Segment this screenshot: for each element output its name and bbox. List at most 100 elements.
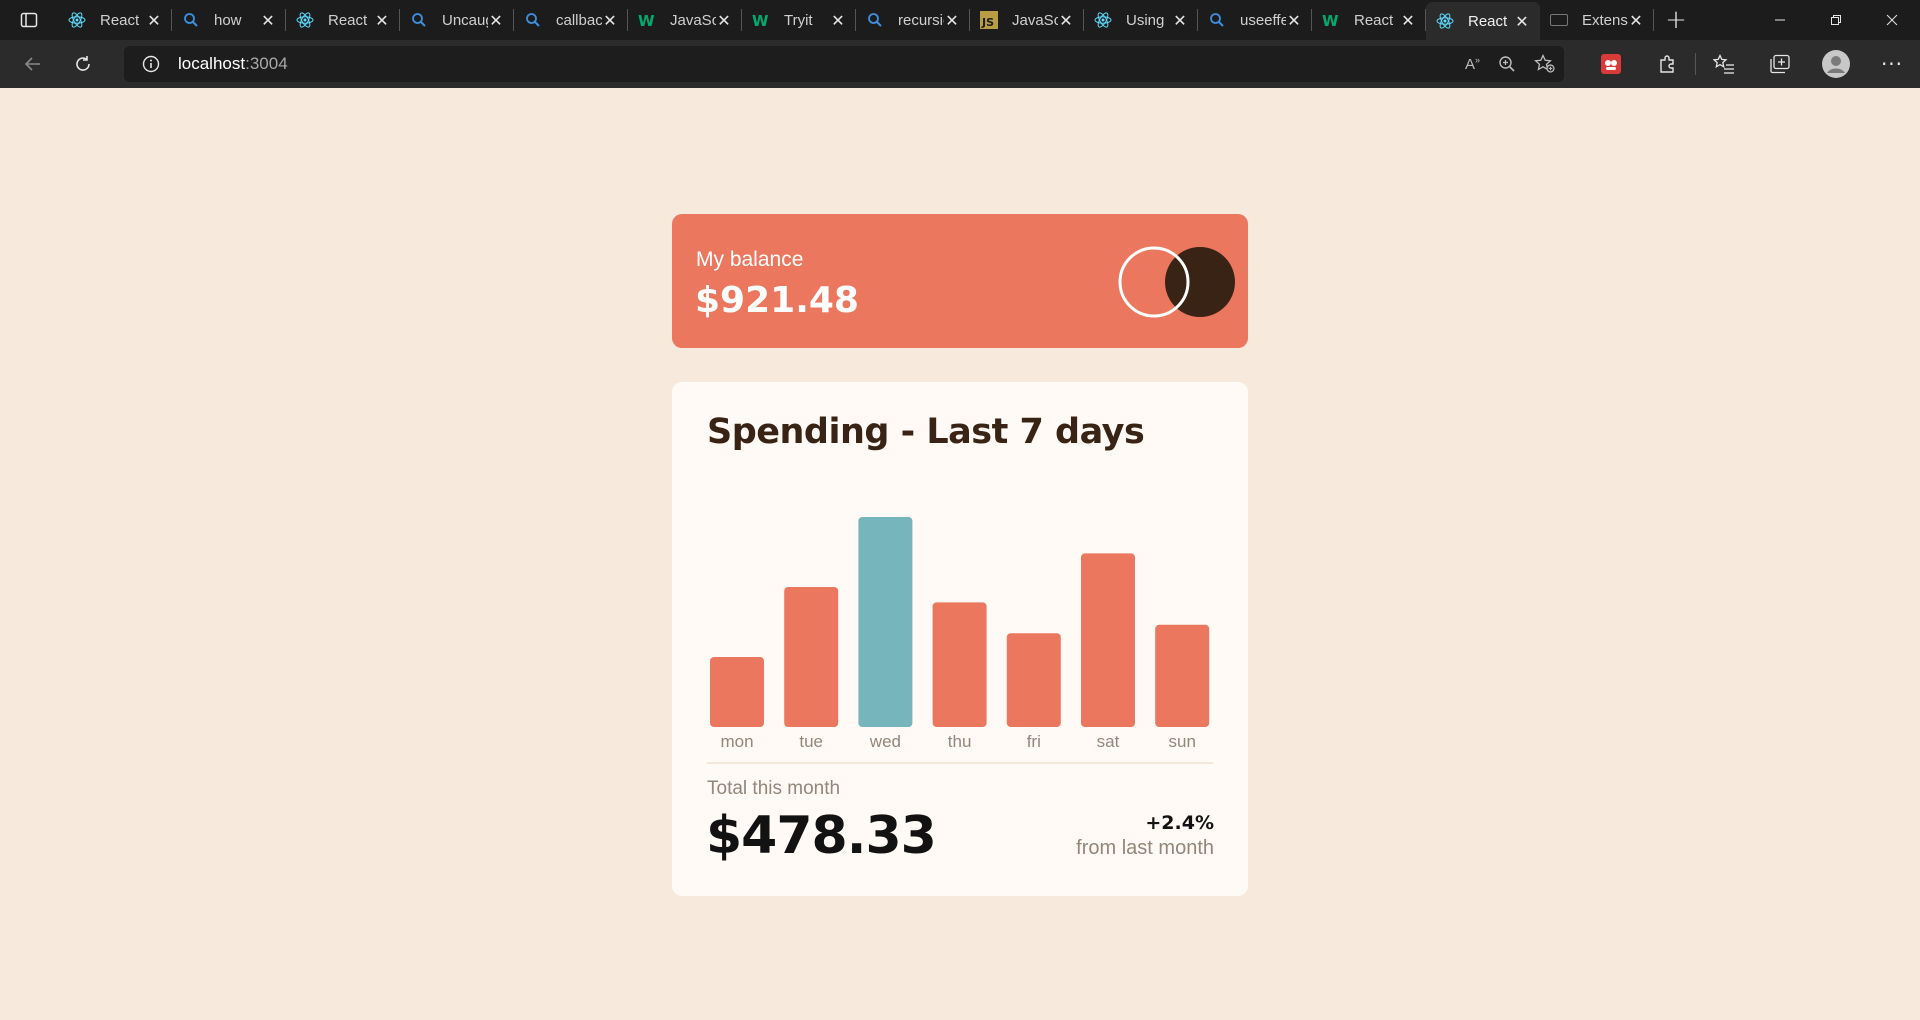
browser-tab[interactable]: W React ✕: [1312, 0, 1426, 40]
browser-tab[interactable]: callback✕: [514, 0, 628, 40]
bar-tue[interactable]: [784, 586, 839, 727]
extensions-button[interactable]: [1639, 40, 1695, 88]
url-port: :3004: [245, 54, 288, 73]
browser-tab-bar: React✕how✕React✕Uncaught✕callback✕WJavaS…: [0, 0, 1920, 40]
close-window-button[interactable]: [1864, 0, 1920, 40]
browser-tab[interactable]: W Tryit ✕: [742, 0, 856, 40]
new-tab-button[interactable]: +: [1654, 0, 1698, 40]
close-tab-icon[interactable]: ✕: [146, 11, 162, 30]
site-info-icon[interactable]: [124, 55, 178, 73]
tab-label: Tryit: [784, 11, 813, 29]
tab-label: recursion: [898, 11, 944, 29]
browser-tab[interactable]: JS JavaScript✕: [970, 0, 1084, 40]
tab-label: useeffect: [1240, 11, 1286, 29]
close-tab-icon[interactable]: ✕: [716, 11, 732, 30]
favorites-list-icon: [1713, 54, 1734, 74]
close-tab-icon[interactable]: ✕: [602, 11, 618, 30]
more-icon: ···: [1880, 52, 1904, 76]
close-tab-icon[interactable]: ✕: [944, 11, 960, 30]
bar-thu[interactable]: [932, 602, 987, 727]
refresh-button[interactable]: [58, 40, 108, 88]
bar-label-mon: mon: [720, 732, 753, 751]
browser-tab[interactable]: Using ✕: [1084, 0, 1198, 40]
bar-mon[interactable]: [710, 657, 764, 727]
search-icon: [182, 11, 200, 29]
browser-tab[interactable]: useeffect✕: [1198, 0, 1312, 40]
total-amount: $478.33: [706, 806, 937, 866]
bar-label-tue: tue: [799, 732, 823, 751]
tab-label: Extensions: [1582, 11, 1628, 29]
tab-label: callback: [556, 11, 602, 29]
extension-page-icon: [1550, 11, 1568, 29]
toolbar-extensions: ···: [1583, 40, 1920, 88]
bar-label-thu: thu: [948, 732, 972, 751]
bar-sat[interactable]: [1081, 553, 1135, 727]
close-tab-icon[interactable]: ✕: [830, 11, 846, 30]
browser-tab[interactable]: Extensions✕: [1540, 0, 1654, 40]
browser-tab[interactable]: React ✕: [286, 0, 400, 40]
react-icon: [1436, 12, 1454, 30]
bar-label-fri: fri: [1027, 732, 1041, 751]
settings-menu-button[interactable]: ···: [1864, 40, 1920, 88]
profile-button[interactable]: [1808, 40, 1864, 88]
close-tab-icon[interactable]: ✕: [1514, 12, 1530, 31]
back-button[interactable]: [8, 40, 58, 88]
total-label: Total this month: [707, 778, 841, 799]
address-bar-actions: A»: [1465, 46, 1556, 82]
url-host: localhost: [178, 54, 246, 73]
bar-sun[interactable]: [1155, 624, 1210, 727]
minimize-button[interactable]: [1752, 0, 1808, 40]
search-icon: [524, 11, 542, 29]
plus-icon: +: [1665, 5, 1687, 35]
avatar-icon: [1822, 50, 1850, 78]
svg-text:JS: JS: [981, 16, 994, 29]
svg-text:W: W: [752, 12, 769, 28]
close-tab-icon[interactable]: ✕: [488, 11, 504, 30]
browser-tab[interactable]: React ✕: [1426, 2, 1540, 40]
close-tab-icon[interactable]: ✕: [374, 11, 390, 30]
svg-text:W: W: [1322, 12, 1339, 28]
tab-actions-icon: [20, 12, 38, 28]
tab-label: JavaScript: [670, 11, 716, 29]
minimize-icon: [1775, 19, 1785, 21]
react-icon: [296, 11, 314, 29]
tab-strip: React✕how✕React✕Uncaught✕callback✕WJavaS…: [58, 0, 1654, 40]
tab-actions-button[interactable]: [0, 0, 58, 40]
spending-card: Spending - Last 7 days mon tue wed thu fri sa…: [672, 382, 1248, 896]
address-bar[interactable]: localhost:3004 A»: [124, 46, 1564, 82]
browser-tab[interactable]: React ✕: [58, 0, 172, 40]
collections-button[interactable]: [1752, 40, 1808, 88]
close-tab-icon[interactable]: ✕: [260, 11, 276, 30]
back-arrow-icon: [24, 57, 40, 71]
browser-toolbar: localhost:3004 A» ···: [0, 40, 1920, 88]
restore-icon: [1831, 15, 1841, 25]
bar-fri[interactable]: [1006, 633, 1061, 727]
restore-button[interactable]: [1808, 0, 1864, 40]
favorites-button[interactable]: [1696, 40, 1752, 88]
bar-wed[interactable]: [858, 517, 913, 727]
extension-button[interactable]: [1583, 40, 1639, 88]
close-tab-icon[interactable]: ✕: [1058, 11, 1074, 30]
close-tab-icon[interactable]: ✕: [1172, 11, 1188, 30]
browser-tab[interactable]: Uncaught✕: [400, 0, 514, 40]
window-controls: [1752, 0, 1920, 40]
w3schools-icon: W: [752, 11, 770, 29]
close-tab-icon[interactable]: ✕: [1400, 11, 1416, 30]
read-aloud-icon[interactable]: A»: [1465, 55, 1480, 73]
tab-label: Using: [1126, 11, 1165, 29]
browser-tab[interactable]: how ✕: [172, 0, 286, 40]
search-icon: [1208, 11, 1226, 29]
svg-text:W: W: [638, 12, 655, 28]
puzzle-icon: [1660, 55, 1674, 73]
zoom-icon[interactable]: [1498, 55, 1516, 73]
browser-tab[interactable]: recursion✕: [856, 0, 970, 40]
red-extension-icon: [1601, 54, 1621, 74]
search-icon: [410, 11, 428, 29]
react-icon: [1094, 11, 1112, 29]
close-tab-icon[interactable]: ✕: [1286, 11, 1302, 30]
divider: [707, 762, 1213, 764]
add-favorite-icon[interactable]: [1534, 54, 1556, 74]
browser-tab[interactable]: W JavaScript✕: [628, 0, 742, 40]
close-tab-icon[interactable]: ✕: [1628, 11, 1644, 30]
tab-label: how: [214, 11, 242, 29]
